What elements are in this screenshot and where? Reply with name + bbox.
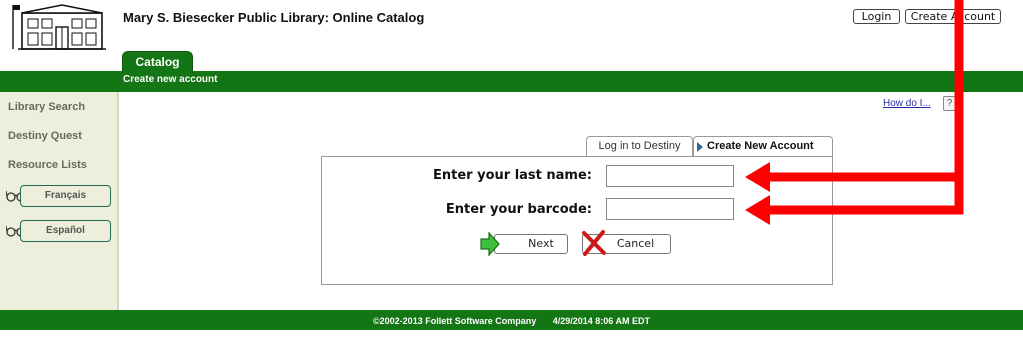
tab-login-to-destiny[interactable]: Log in to Destiny [586,136,693,157]
sidebar-item-library-search[interactable]: Library Search [8,101,85,113]
barcode-label: Enter your barcode: [445,202,592,217]
arrow-right-icon [480,232,500,256]
last-name-label: Enter your last name: [433,168,592,183]
sidebar-item-resource-lists[interactable]: Resource Lists [8,159,87,171]
triangle-right-icon [697,142,703,152]
cancel-button[interactable]: Cancel [582,230,671,256]
footer-copyright: ©2002-2013 Follett Software Company [373,316,537,326]
last-name-field[interactable] [606,165,734,187]
site-title: Mary S. Biesecker Public Library: Online… [123,10,425,25]
footer-timestamp: 4/29/2014 8:06 AM EDT [552,316,650,326]
next-button[interactable]: Next [480,232,568,256]
barcode-field[interactable] [606,198,734,220]
page-footer: ©2002-2013 Follett Software Company 4/29… [0,310,1023,330]
cancel-label: Cancel [616,237,655,250]
sidebar-item-destiny-quest[interactable]: Destiny Quest [8,130,82,142]
login-button[interactable]: Login [853,9,900,24]
help-icon[interactable]: ? [943,96,956,111]
tab-create-label: Create New Account [707,140,814,152]
library-building-logo [12,4,106,50]
sidebar: Library Search Destiny Quest Resource Li… [0,92,119,310]
close-x-icon [582,230,606,256]
create-account-form: Enter your last name: Enter your barcode… [321,156,833,285]
tab-catalog[interactable]: Catalog [122,51,193,73]
language-francais-button[interactable]: Français [20,185,111,207]
page-subtitle: Create new account [123,74,218,85]
language-espanol-button[interactable]: Español [20,220,111,242]
tab-create-new-account[interactable]: Create New Account [693,136,833,157]
footer-text: ©2002-2013 Follett Software Company 4/29… [0,316,1023,326]
how-do-i-link[interactable]: How do I... [883,98,931,109]
create-account-button[interactable]: Create Account [905,9,1001,24]
next-label: Next [528,237,554,250]
